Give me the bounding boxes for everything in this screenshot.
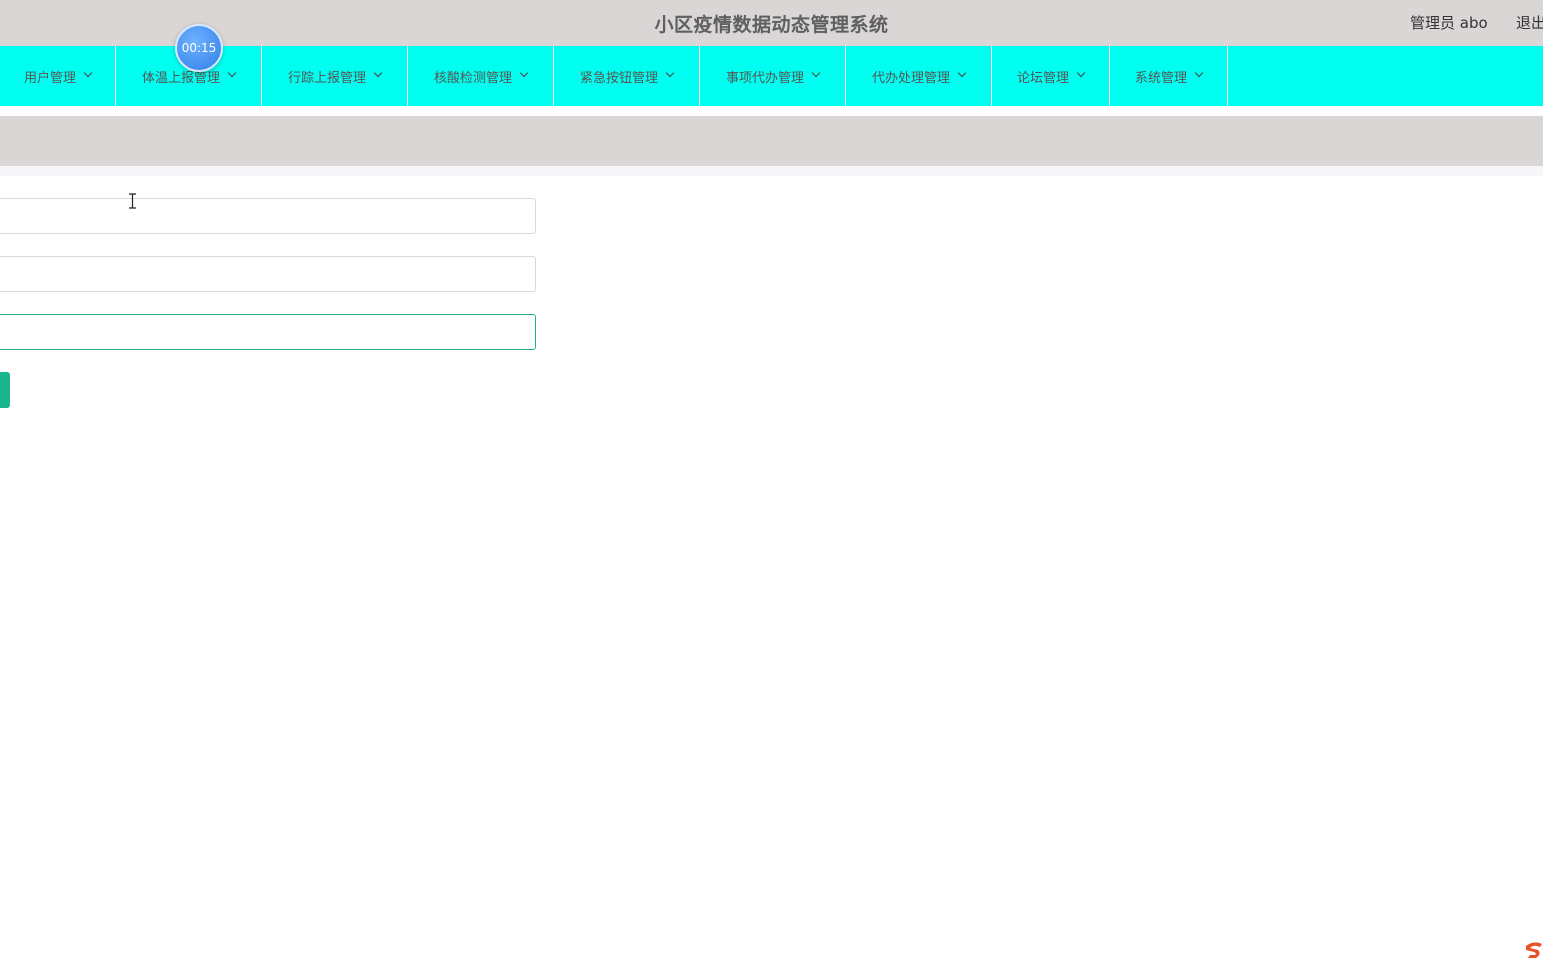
chevron-down-icon — [1194, 68, 1204, 78]
current-user-label: 管理员 abo — [1410, 14, 1488, 32]
chevron-down-icon — [811, 68, 821, 78]
nav-item-label: 论坛管理 — [1016, 70, 1069, 86]
breadcrumb-bar — [0, 116, 1543, 166]
chevron-down-icon — [519, 68, 529, 78]
form-field-3[interactable] — [0, 314, 536, 350]
main-nav: 用户管理 体温上报管理 行踪上报管理 核酸检测管理 紧急按钮管理 事项代办管理 … — [0, 46, 1543, 106]
nav-item-nucleic-test[interactable]: 核酸检测管理 — [408, 46, 554, 106]
app-title: 小区疫情数据动态管理系统 — [654, 14, 889, 36]
chevron-down-icon — [373, 68, 383, 78]
nav-item-label: 行踪上报管理 — [287, 70, 366, 86]
submit-button[interactable] — [0, 372, 10, 408]
nav-item-forum[interactable]: 论坛管理 — [992, 46, 1110, 106]
chevron-down-icon — [665, 68, 675, 78]
nav-item-label: 事项代办管理 — [725, 70, 804, 86]
nav-item-system[interactable]: 系统管理 — [1110, 46, 1228, 106]
nav-item-label: 核酸检测管理 — [433, 70, 512, 86]
brand-logo-icon — [1526, 942, 1542, 958]
nav-item-label: 用户管理 — [23, 70, 76, 86]
nav-item-label: 系统管理 — [1134, 70, 1187, 86]
nav-item-emergency-button[interactable]: 紧急按钮管理 — [554, 46, 700, 106]
top-header: 小区疫情数据动态管理系统 管理员 abo 退出 — [0, 0, 1543, 46]
nav-item-user-management[interactable]: 用户管理 — [0, 46, 116, 106]
chevron-down-icon — [957, 68, 967, 78]
chevron-down-icon — [227, 68, 237, 78]
nav-item-itinerary-report[interactable]: 行踪上报管理 — [262, 46, 408, 106]
form-field-1[interactable] — [0, 198, 536, 234]
recording-timer-badge: 00:15 — [175, 24, 223, 72]
logout-link[interactable]: 退出 — [1516, 12, 1543, 33]
nav-item-label: 紧急按钮管理 — [579, 70, 658, 86]
form-field-2[interactable] — [0, 256, 536, 292]
chevron-down-icon — [1076, 68, 1086, 78]
nav-item-errand-agency[interactable]: 事项代办管理 — [700, 46, 846, 106]
nav-item-agency-processing[interactable]: 代办处理管理 — [846, 46, 992, 106]
chevron-down-icon — [83, 68, 93, 78]
nav-item-label: 代办处理管理 — [871, 70, 950, 86]
content-divider — [0, 166, 1543, 176]
text-cursor-icon — [129, 193, 136, 209]
